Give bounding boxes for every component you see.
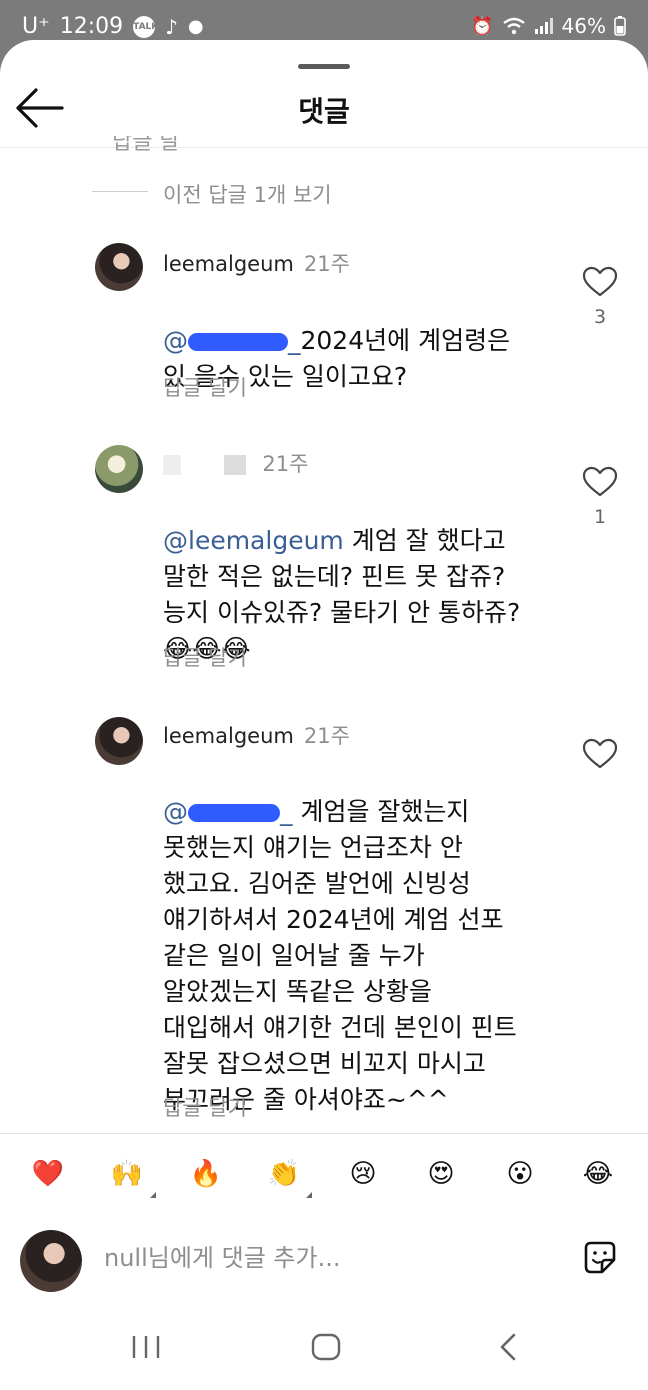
comment-time: 21주 xyxy=(303,724,350,748)
wifi-icon xyxy=(502,17,525,35)
skin-tone-caret-icon xyxy=(150,1192,156,1198)
recent-apps-icon[interactable] xyxy=(130,1332,162,1362)
battery-icon xyxy=(614,16,626,36)
mention-link[interactable]: @ _ xyxy=(163,326,301,355)
like-count: 1 xyxy=(593,506,607,528)
sticker-icon[interactable] xyxy=(580,1238,620,1278)
reply-button[interactable]: 답글 달기 xyxy=(163,1092,247,1122)
tiktok-icon: ♪ xyxy=(165,14,178,39)
crying-emoji-button[interactable]: 😢 xyxy=(339,1150,387,1198)
my-avatar xyxy=(20,1230,82,1292)
heart-icon[interactable] xyxy=(582,266,618,298)
clapping-emoji-button[interactable]: 👏 xyxy=(260,1150,308,1198)
emoji-reaction-bar: ❤️ 🙌 🔥 👏 😢 😍 😮 😂 xyxy=(0,1150,648,1206)
comment-input[interactable] xyxy=(104,1236,544,1280)
username[interactable]: leemalgeum xyxy=(163,724,294,748)
view-previous-replies[interactable]: 이전 답글 1개 보기 xyxy=(163,179,332,209)
alarm-icon: ⏰ xyxy=(471,15,494,37)
fire-emoji-button[interactable]: 🔥 xyxy=(182,1150,230,1198)
page-title: 댓글 xyxy=(298,95,350,128)
comment-text: @ _ 계엄을 잘했는지 못했는지 얘기는 언급조차 안 했고요. 김어준 발언에… xyxy=(163,758,583,1118)
clipped-reply-label: 답글 달 xyxy=(112,136,180,155)
emoji-divider xyxy=(0,1133,648,1134)
like-count: 3 xyxy=(593,306,607,328)
system-nav-bar xyxy=(0,1310,648,1390)
comment-text: @leemalgeum 계엄 잘 했다고 말한 적은 없는데? 핀트 못 잡쥬?… xyxy=(163,487,563,667)
drag-handle[interactable] xyxy=(298,64,350,69)
comments-sheet: 댓글 답글 달 이전 답글 1개 보기 leemalgeum 21주 @ _2024… xyxy=(0,40,648,1390)
avatar[interactable] xyxy=(95,717,143,765)
laughing-emoji-button[interactable]: 😂 xyxy=(574,1150,622,1198)
surprised-emoji-button[interactable]: 😮 xyxy=(496,1150,544,1198)
like-area: 1 xyxy=(582,466,618,528)
prev-replies-line xyxy=(92,191,148,192)
username[interactable]: leemalgeum xyxy=(163,252,294,276)
mention-link[interactable]: @ _ xyxy=(163,797,293,826)
like-area: 3 xyxy=(582,266,618,328)
heart-emoji-button[interactable]: ❤️ xyxy=(24,1150,72,1198)
raising-hands-emoji-button[interactable]: 🙌 xyxy=(103,1150,151,1198)
heart-eyes-emoji-button[interactable]: 😍 xyxy=(417,1150,465,1198)
like-area xyxy=(582,738,618,774)
carrier-label: U⁺ xyxy=(22,14,50,39)
signal-icon xyxy=(534,18,553,34)
battery-percent: 46% xyxy=(561,14,606,38)
avatar[interactable] xyxy=(95,243,143,291)
reply-button[interactable]: 답글 달기 xyxy=(163,372,247,402)
home-icon[interactable] xyxy=(310,1332,342,1362)
header-divider xyxy=(0,147,648,148)
comment-header: 21주 xyxy=(163,448,308,478)
comment-body: 계엄을 잘했는지 못했는지 얘기는 언급조차 안 했고요. 김어준 발언에 신빙… xyxy=(163,797,517,1114)
comment-header: leemalgeum 21주 xyxy=(163,248,350,278)
comment-time: 21주 xyxy=(262,452,309,476)
app-icon: ● xyxy=(187,16,204,37)
heart-icon[interactable] xyxy=(582,466,618,498)
skin-tone-caret-icon xyxy=(306,1192,312,1198)
back-nav-icon[interactable] xyxy=(496,1332,520,1362)
comment-header: leemalgeum 21주 xyxy=(163,720,350,750)
mention-link[interactable]: @leemalgeum xyxy=(163,526,344,555)
heart-icon[interactable] xyxy=(582,738,618,770)
reply-button[interactable]: 답글 달기 xyxy=(163,642,247,672)
talk-icon: TALK xyxy=(133,15,158,38)
avatar[interactable] xyxy=(95,445,143,493)
clock: 12:09 xyxy=(59,14,124,39)
comment-time: 21주 xyxy=(303,252,350,276)
